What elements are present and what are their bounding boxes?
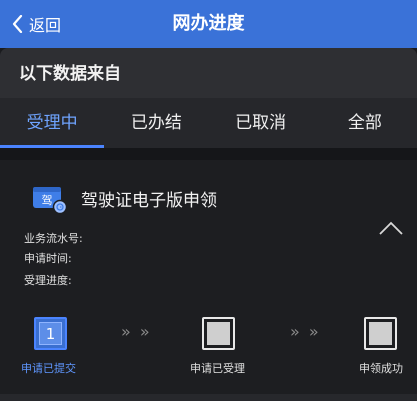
license-icon-char: 驾 <box>42 194 53 207</box>
application-card[interactable]: 驾 驾驶证电子版申领 业务流水号: 申请时间: 受理进度: 1 » » » » … <box>0 160 417 394</box>
section-gap <box>0 148 417 160</box>
card-title: 驾驶证电子版申领 <box>81 191 217 211</box>
step-3-label: 申领成功 <box>359 362 403 375</box>
step-1-number: 1 <box>39 322 62 345</box>
data-source-bar: 以下数据来自 <box>0 48 417 98</box>
step-2-box <box>202 317 235 350</box>
step-arrows-1: » » <box>121 322 152 341</box>
step-2-label: 申请已受理 <box>190 362 245 375</box>
step-3-number <box>369 322 392 345</box>
tab-all[interactable]: 全部 <box>313 98 417 148</box>
progress-label: 受理进度: <box>24 274 72 287</box>
serial-number-label: 业务流水号: <box>24 232 83 245</box>
bottom-divider <box>0 394 417 401</box>
driving-license-icon: 驾 <box>33 187 68 215</box>
tab-completed[interactable]: 已办结 <box>104 98 208 148</box>
app-header: 返回 网办进度 <box>0 0 417 48</box>
apply-time-label: 申请时间: <box>24 252 72 265</box>
page-title: 网办进度 <box>172 13 245 34</box>
step-3-box <box>364 317 397 350</box>
step-1-label: 申请已提交 <box>21 362 76 375</box>
step-arrows-2: » » <box>290 322 321 341</box>
tab-cancelled[interactable]: 已取消 <box>209 98 313 148</box>
chevron-up-icon[interactable] <box>378 220 404 236</box>
data-source-label: 以下数据来自 <box>19 64 121 84</box>
step-2-number <box>207 322 230 345</box>
tab-in-progress[interactable]: 受理中 <box>0 98 105 148</box>
status-tabs: 受理中 已办结 已取消 全部 <box>0 98 417 148</box>
step-1-box: 1 <box>34 317 67 350</box>
